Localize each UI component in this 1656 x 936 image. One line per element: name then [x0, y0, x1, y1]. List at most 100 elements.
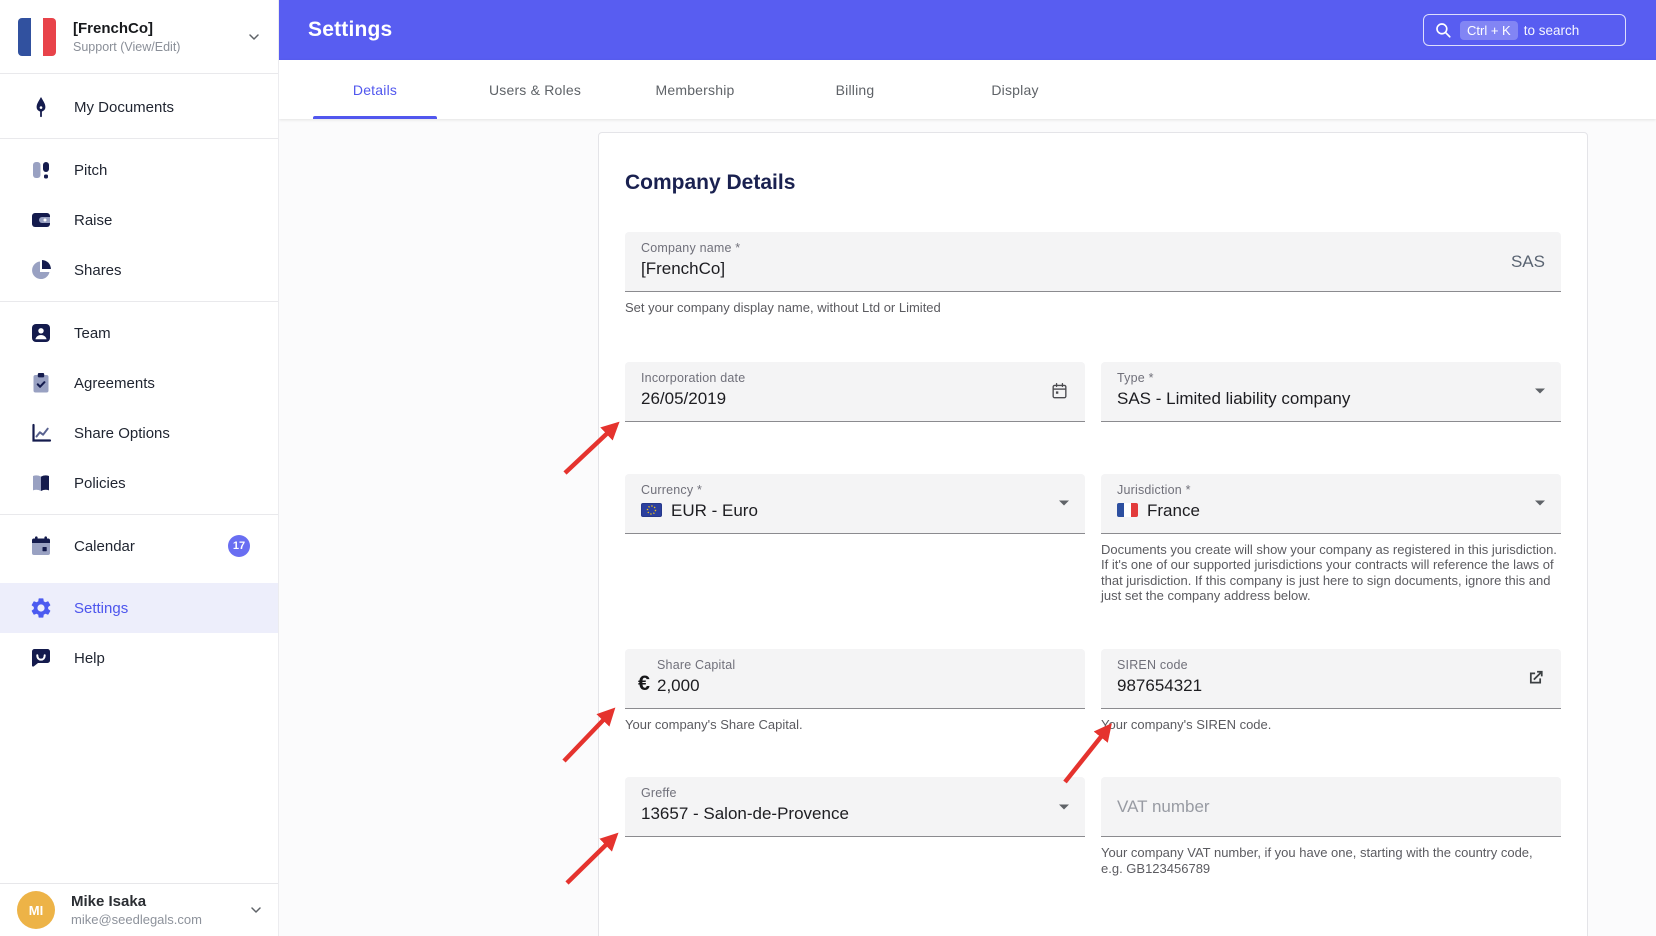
company-switcher-meta: [FrenchCo] Support (View/Edit) [73, 20, 246, 54]
tab-label: Display [991, 81, 1039, 98]
sidebar-item-label: Share Options [74, 424, 170, 442]
sidebar-item-label: Agreements [74, 374, 155, 392]
field-label: Type * [1117, 370, 1154, 385]
search-hint: to search [1523, 22, 1580, 38]
greffe-select[interactable]: Greffe 13657 - Salon-de-Provence [625, 777, 1085, 837]
sidebar-item-raise[interactable]: Raise [0, 195, 278, 245]
field-helper: Your company's SIREN code. [1101, 716, 1272, 732]
sidebar-item-settings[interactable]: Settings [0, 583, 278, 633]
sidebar-item-my-documents[interactable]: My Documents [0, 82, 278, 132]
greffe-block: Greffe 13657 - Salon-de-Provence [625, 777, 1085, 837]
currency-select[interactable]: Currency * EUR - Euro [625, 473, 1085, 534]
gear-icon [29, 596, 53, 620]
field-label: Company name * [641, 241, 741, 255]
person-badge-icon [29, 321, 53, 345]
main-area: Settings Ctrl + K to search Details User… [279, 0, 1656, 936]
calendar-picker-icon[interactable] [1050, 382, 1069, 401]
sidebar-item-label: Calendar [74, 537, 135, 555]
field-helper: Documents you create will show your comp… [1101, 541, 1557, 604]
company-switcher-role: Support (View/Edit) [73, 39, 181, 54]
tab-details[interactable]: Details [295, 60, 455, 119]
field-value: France [1117, 501, 1545, 521]
tab-label: Billing [835, 81, 875, 98]
tab-users-roles[interactable]: Users & Roles [455, 60, 615, 119]
clipboard-check-icon [29, 371, 53, 395]
euro-symbol: € [638, 670, 650, 695]
avatar: MI [17, 891, 55, 929]
sidebar-item-pitch[interactable]: Pitch [0, 145, 278, 195]
pen-icon [29, 95, 53, 119]
user-meta: Mike Isaka mike@seedlegals.com [71, 893, 248, 927]
page-title: Settings [308, 18, 393, 41]
sidebar-item-calendar[interactable]: Calendar 17 [0, 521, 278, 571]
sidebar-item-label: Shares [74, 261, 122, 279]
content-area: Company Details Company name * [FrenchCo… [279, 119, 1656, 936]
field-value: 2,000 [657, 675, 700, 695]
caret-down-icon [1059, 804, 1069, 809]
calendar-badge: 17 [228, 535, 250, 557]
tab-bar: Details Users & Roles Membership Billing… [279, 60, 1656, 119]
chat-bubble-icon [29, 646, 53, 670]
type-select[interactable]: Type * SAS - Limited liability company [1101, 361, 1561, 422]
siren-code-field[interactable]: SIREN code 987654321 [1101, 648, 1561, 709]
tab-label: Users & Roles [488, 81, 582, 98]
search-input[interactable]: Ctrl + K to search [1423, 14, 1626, 46]
vat-number-field[interactable] [1101, 777, 1561, 837]
share-capital-block: € Share Capital 2,000 Your company's Sha… [625, 648, 1085, 733]
sidebar-item-label: My Documents [74, 98, 175, 116]
field-label: Greffe [641, 786, 677, 800]
sidebar-item-team[interactable]: Team [0, 308, 278, 358]
vat-block: Your company VAT number, if you have one… [1101, 777, 1561, 876]
company-switcher[interactable]: [FrenchCo] Support (View/Edit) [0, 0, 278, 74]
field-helper: Set your company display name, without L… [625, 300, 941, 315]
company-switcher-name: [FrenchCo] [73, 19, 153, 37]
user-menu[interactable]: MI Mike Isaka mike@seedlegals.com [0, 883, 278, 936]
sidebar-item-share-options[interactable]: Share Options [0, 408, 278, 458]
sidebar-item-policies[interactable]: Policies [0, 458, 278, 508]
type-block: Type * SAS - Limited liability company [1101, 361, 1561, 422]
caret-down-icon [1535, 500, 1545, 506]
sidebar-item-label: Pitch [74, 161, 108, 179]
field-value: SAS - Limited liability company [1117, 388, 1351, 408]
sidebar-item-label: Team [74, 324, 111, 342]
company-type-suffix: SAS [1510, 251, 1545, 271]
divider [0, 301, 278, 302]
field-helper: Your company VAT number, if you have one… [1101, 845, 1533, 876]
field-value: [FrenchCo] [641, 259, 726, 278]
wallet-icon [29, 208, 53, 232]
field-label: Incorporation date [641, 370, 746, 385]
tab-membership[interactable]: Membership [615, 60, 775, 119]
eu-flag-icon [641, 502, 662, 517]
currency-block: Currency * EUR - Euro [625, 473, 1085, 534]
incorporation-date-field[interactable]: Incorporation date 26/05/2019 [625, 361, 1085, 422]
sidebar-item-agreements[interactable]: Agreements [0, 358, 278, 408]
divider [0, 514, 278, 515]
search-icon [1436, 23, 1451, 38]
company-details-card: Company Details Company name * [FrenchCo… [598, 132, 1588, 936]
calendar-icon [29, 534, 53, 558]
caret-down-icon [1535, 388, 1545, 394]
form-row: Incorporation date 26/05/2019 Type * SAS… [625, 361, 1561, 422]
tab-display[interactable]: Display [935, 60, 1095, 119]
sidebar-item-label: Settings [74, 599, 129, 617]
chevron-down-icon [249, 33, 259, 40]
line-chart-icon [29, 421, 53, 445]
field-value: 987654321 [1117, 675, 1203, 695]
sidebar-item-label: Help [74, 649, 105, 667]
jurisdiction-select[interactable]: Jurisdiction * France [1101, 473, 1561, 534]
share-capital-field[interactable]: € Share Capital 2,000 [625, 648, 1085, 709]
french-flag-logo [18, 17, 56, 56]
section-title: Company Details [625, 171, 796, 194]
company-name-field[interactable]: Company name * [FrenchCo] SAS [625, 232, 1561, 292]
sidebar-item-help[interactable]: Help [0, 633, 278, 683]
chevron-down-icon [251, 907, 261, 913]
company-name-block: Company name * [FrenchCo] SAS Set your c… [625, 232, 1561, 316]
sidebar: [FrenchCo] Support (View/Edit) My Docume… [0, 0, 279, 936]
vat-number-input[interactable] [1117, 796, 1545, 817]
field-value: EUR - Euro [641, 501, 1069, 521]
tab-billing[interactable]: Billing [775, 60, 935, 119]
sidebar-item-shares[interactable]: Shares [0, 245, 278, 295]
external-link-icon[interactable] [1526, 669, 1545, 688]
field-value: 26/05/2019 [641, 388, 727, 408]
incorporation-date-block: Incorporation date 26/05/2019 [625, 361, 1085, 422]
